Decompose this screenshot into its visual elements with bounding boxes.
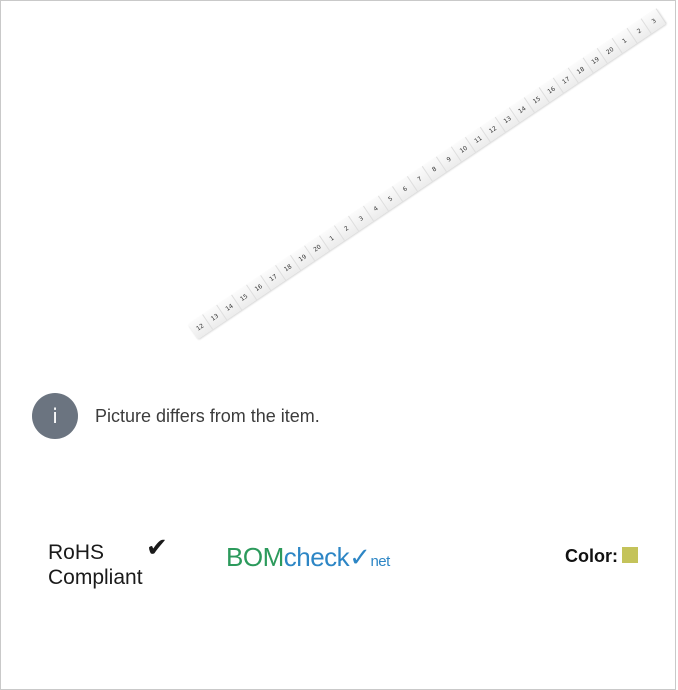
notice-text: Picture differs from the item. xyxy=(95,405,320,426)
rohs-label: RoHS xyxy=(48,541,105,564)
color-label: Color: xyxy=(565,546,618,566)
color-swatch xyxy=(622,546,638,563)
bomcheck-tick-icon: ✓ xyxy=(349,542,371,572)
info-icon: i xyxy=(32,393,78,439)
checkmark-icon: ✔ xyxy=(146,533,168,563)
image-notice: i Picture differs from the item. xyxy=(32,393,320,439)
product-image xyxy=(100,0,560,360)
rohs-compliant-label: Compliant xyxy=(48,566,143,589)
bomcheck-logo-bom: BOM xyxy=(226,542,284,572)
color-indicator: Color: xyxy=(565,546,638,567)
rohs-compliant-badge: RoHS Compliant ✔ xyxy=(48,535,168,590)
bomcheck-logo-net: net xyxy=(370,553,390,570)
bomcheck-logo[interactable]: BOMcheck✓net xyxy=(226,542,390,573)
bomcheck-logo-check: check xyxy=(283,542,350,572)
